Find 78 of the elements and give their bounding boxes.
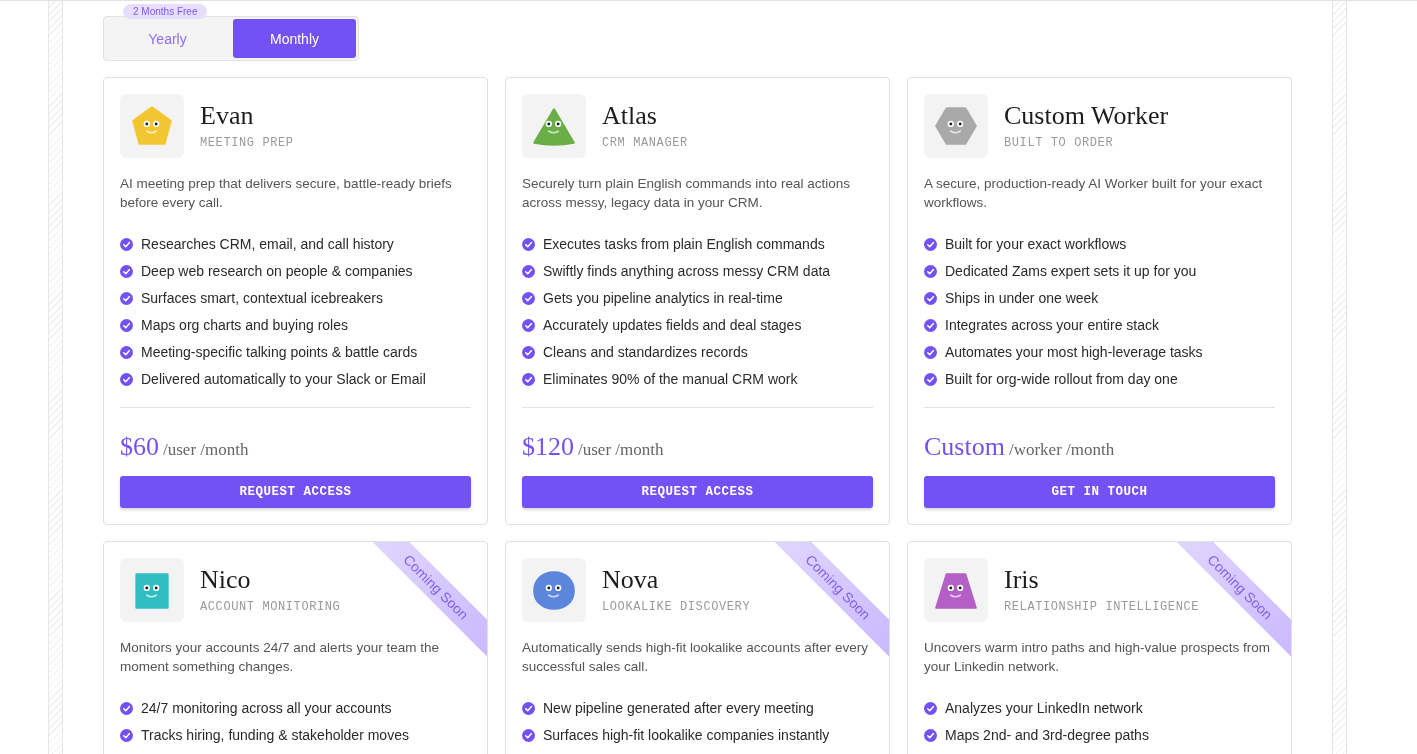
billing-tab[interactable]: Monthly — [233, 19, 356, 58]
feature-text: Meeting-specific talking points & battle cards — [141, 344, 418, 361]
feature-text: Integrates across your entire stack — [945, 317, 1159, 334]
plan-name: Custom Worker — [1004, 102, 1169, 130]
price-amount: Custom — [924, 432, 1005, 462]
check-icon — [924, 238, 937, 251]
feature-text: Maps 2nd- and 3rd-degree paths — [945, 727, 1149, 744]
plan-role: BUILT TO ORDER — [1004, 135, 1115, 150]
check-icon — [120, 238, 133, 251]
check-icon — [522, 238, 535, 251]
plan-role: MEETING PREP — [200, 135, 294, 150]
feature-text: New pipeline generated after every meeting — [543, 700, 814, 717]
plan-action-button[interactable]: REQUEST ACCESS — [120, 476, 471, 508]
check-icon — [522, 373, 535, 386]
check-icon — [522, 319, 535, 332]
discount-badge: 2 Months Free — [123, 4, 208, 19]
check-icon — [120, 319, 133, 332]
feature-text: Built for org-wide rollout from day one — [945, 371, 1178, 388]
feature-text: Researches CRM, email, and call history — [141, 236, 394, 253]
plan-role: CRM MANAGER — [602, 135, 688, 150]
price-unit: /user /month — [163, 440, 249, 460]
plan-name: Evan — [200, 102, 255, 130]
feature-text: Maps org charts and buying roles — [141, 317, 348, 334]
check-icon — [924, 346, 937, 359]
check-icon — [924, 319, 937, 332]
check-icon — [924, 373, 937, 386]
feature-text: 24/7 monitoring across all your accounts — [141, 700, 392, 717]
price-unit: /worker /month — [1008, 440, 1115, 460]
plan-action-button[interactable]: GET IN TOUCH — [924, 476, 1275, 508]
plan-description: Automatically sends high-fit lookalike accounts after every successful sales call. — [522, 639, 869, 676]
feature-text: Accurately updates fields and deal stages — [543, 317, 802, 334]
check-icon — [522, 346, 535, 359]
check-icon — [120, 265, 133, 278]
feature-text: Analyzes your LinkedIn network — [945, 700, 1143, 717]
feature-text: Deep web research on people & companies — [141, 263, 413, 280]
check-icon — [924, 292, 937, 305]
feature-text: Gets you pipeline analytics in real-time — [543, 290, 783, 307]
feature-text: Ships in under one week — [945, 290, 1099, 307]
plan-name: Nova — [602, 566, 660, 594]
plan-description: Securely turn plain English commands into real actions across messy, legacy data in your CRM. — [522, 175, 851, 212]
feature-text: Executes tasks from plain English commands — [543, 236, 825, 253]
plan-role: ACCOUNT MONITORING — [200, 599, 341, 614]
plan-name: Atlas — [602, 102, 658, 130]
check-icon — [924, 729, 937, 742]
plan-name: Nico — [200, 566, 252, 594]
feature-text: Swiftly finds anything across messy CRM data — [543, 263, 831, 280]
price-amount: $60 — [120, 432, 159, 462]
check-icon — [120, 292, 133, 305]
check-icon — [120, 346, 133, 359]
plan-description: Uncovers warm intro paths and high-value prospects from your Linkedin network. — [924, 639, 1271, 676]
plan-action-button[interactable]: REQUEST ACCESS — [522, 476, 873, 508]
feature-text: Surfaces smart, contextual icebreakers — [141, 290, 383, 307]
feature-text: Tracks hiring, funding & stakeholder moves — [141, 727, 409, 744]
check-icon — [522, 702, 535, 715]
feature-text: Delivered automatically to your Slack or Email — [141, 371, 426, 388]
plan-description: AI meeting prep that delivers secure, battle-ready briefs before every call. — [120, 175, 453, 212]
price-amount: $120 — [522, 432, 574, 462]
billing-tab[interactable]: Yearly — [106, 19, 229, 58]
check-icon — [522, 292, 535, 305]
check-icon — [522, 265, 535, 278]
feature-text: Cleans and standardizes records — [543, 344, 748, 361]
feature-text: Eliminates 90% of the manual CRM work — [543, 371, 798, 388]
plan-role: LOOKALIKE DISCOVERY — [602, 599, 751, 614]
check-icon — [120, 702, 133, 715]
check-icon — [924, 265, 937, 278]
feature-text: Automates your most high-leverage tasks — [945, 344, 1203, 361]
feature-text: Built for your exact workflows — [945, 236, 1127, 253]
plan-role: RELATIONSHIP INTELLIGENCE — [1004, 599, 1200, 614]
check-icon — [120, 729, 133, 742]
check-icon — [522, 729, 535, 742]
plan-name: Iris — [1004, 566, 1040, 594]
price-unit: /user /month — [578, 440, 664, 460]
feature-text: Surfaces high-fit lookalike companies instantly — [543, 727, 830, 744]
check-icon — [120, 373, 133, 386]
plan-description: A secure, production-ready AI Worker built for your exact workflows. — [924, 175, 1264, 212]
check-icon — [924, 702, 937, 715]
feature-text: Dedicated Zams expert sets it up for you — [945, 263, 1197, 280]
plan-description: Monitors your accounts 24/7 and alerts your team the moment something changes. — [120, 639, 440, 676]
